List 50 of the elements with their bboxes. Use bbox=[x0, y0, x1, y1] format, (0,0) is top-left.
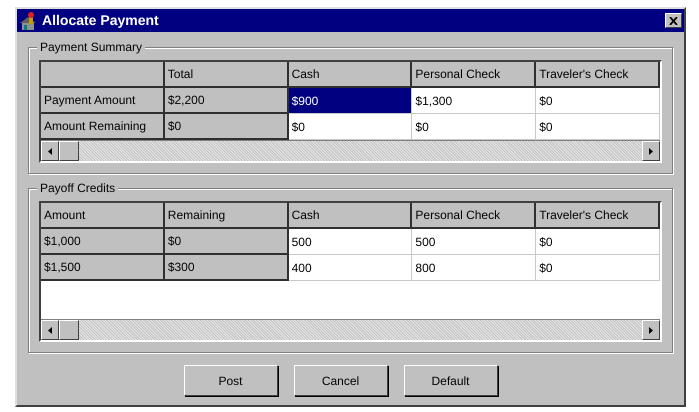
table-cell[interactable]: $1,000 bbox=[41, 229, 165, 255]
column-header[interactable]: Personal Check bbox=[412, 203, 536, 229]
right-arrow-icon bbox=[649, 326, 653, 334]
table-cell[interactable]: $1,300 bbox=[412, 88, 536, 114]
table-cell[interactable]: Amount Remaining bbox=[41, 114, 165, 140]
horizontal-scrollbar[interactable] bbox=[41, 319, 660, 340]
column-header[interactable]: Amount bbox=[41, 203, 165, 229]
column-header[interactable]: Cash bbox=[288, 62, 412, 88]
column-header[interactable]: Cash bbox=[288, 203, 412, 229]
table-cell[interactable]: $900 bbox=[288, 88, 412, 114]
scroll-left-button[interactable] bbox=[41, 320, 59, 340]
scroll-thumb[interactable] bbox=[59, 141, 79, 161]
table-cell[interactable]: 500 bbox=[288, 229, 412, 255]
group-title: Payment Summary bbox=[37, 40, 146, 54]
table-cell[interactable]: $0 bbox=[536, 255, 660, 281]
scroll-left-button[interactable] bbox=[41, 141, 59, 161]
group-title: Payoff Credits bbox=[37, 181, 118, 195]
table-cell[interactable]: $0 bbox=[536, 114, 660, 140]
table-cell[interactable]: 800 bbox=[412, 255, 536, 281]
table-cell[interactable]: $300 bbox=[164, 255, 289, 281]
right-arrow-icon bbox=[649, 148, 653, 154]
table-cell[interactable]: $0 bbox=[164, 114, 289, 140]
table-cell[interactable]: $2,200 bbox=[164, 88, 289, 114]
table-cell[interactable]: 400 bbox=[288, 255, 412, 281]
table-cell[interactable]: $0 bbox=[412, 114, 536, 140]
window-title: Allocate Payment bbox=[42, 11, 160, 30]
table-cell[interactable]: $0 bbox=[536, 229, 660, 255]
table-cell[interactable]: Payment Amount bbox=[41, 88, 165, 114]
dialog-button[interactable]: Default bbox=[404, 365, 498, 396]
column-header[interactable]: Total bbox=[164, 62, 289, 88]
scroll-thumb[interactable] bbox=[59, 320, 79, 340]
column-header[interactable]: Personal Check bbox=[412, 62, 536, 88]
left-arrow-icon bbox=[48, 148, 52, 154]
table-cell[interactable]: $0 bbox=[164, 229, 289, 255]
close-button[interactable] bbox=[665, 13, 682, 28]
scroll-right-button[interactable] bbox=[642, 141, 660, 161]
table-cell[interactable]: 500 bbox=[412, 229, 536, 255]
column-header[interactable]: Remaining bbox=[164, 203, 289, 229]
column-header[interactable] bbox=[41, 62, 165, 88]
table-cell[interactable]: $0 bbox=[536, 88, 660, 114]
horizontal-scrollbar[interactable] bbox=[41, 140, 660, 161]
dialog-button[interactable]: Post bbox=[184, 365, 278, 396]
table-cell[interactable]: $0 bbox=[288, 114, 412, 140]
dialog-button[interactable]: Cancel bbox=[294, 365, 388, 396]
column-header[interactable]: Traveler's Check bbox=[536, 203, 660, 229]
column-header[interactable]: Traveler's Check bbox=[536, 62, 660, 88]
close-icon bbox=[669, 16, 678, 24]
scroll-right-button[interactable] bbox=[642, 320, 660, 340]
table-cell[interactable]: $1,500 bbox=[41, 255, 165, 281]
left-arrow-icon bbox=[48, 326, 52, 334]
